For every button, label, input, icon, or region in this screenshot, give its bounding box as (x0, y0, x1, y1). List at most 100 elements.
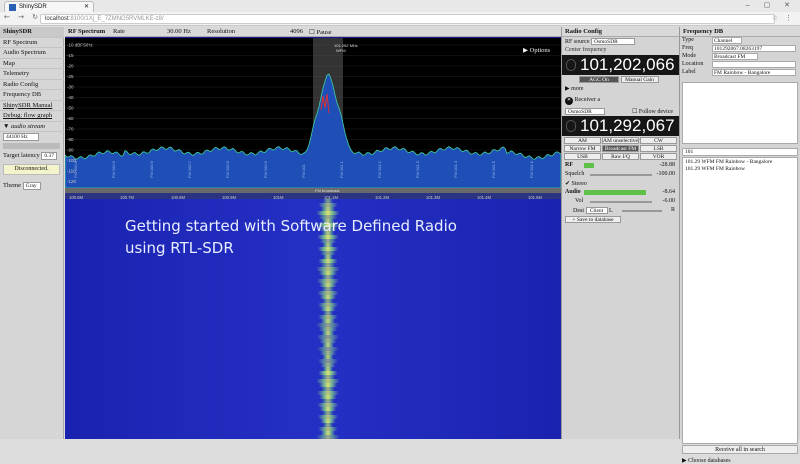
sidebar-link-manual[interactable]: ShinySDR Manual (0, 101, 64, 111)
mode-usb-button[interactable]: USB (564, 153, 601, 160)
mode-select[interactable]: Broadcast FM (712, 53, 758, 60)
waterfall-row (320, 351, 336, 355)
waterfall-row (323, 367, 333, 371)
sidebar-item-frequency-db[interactable]: Frequency DB (0, 90, 64, 101)
label-input[interactable]: FM Rainbow - Bangalore (712, 69, 796, 76)
options-button[interactable]: ▶ Options (523, 46, 550, 54)
url-path: :8100/1Xj_E_7ZMNG5RVMLKE-z8/ (68, 16, 164, 22)
waterfall-row (322, 399, 334, 403)
audio-stream-toggle[interactable]: ▼ audio stream (0, 122, 64, 132)
waterfall-row (318, 359, 338, 363)
sidebar-item-rf-spectrum[interactable]: RF Spectrum (0, 38, 64, 48)
browser-menu-icon[interactable]: ⋮ (785, 14, 792, 22)
target-latency-input[interactable]: 0.37 (41, 152, 58, 160)
window-controls[interactable]: – ▢ ✕ (746, 1, 796, 9)
center-frequency-value[interactable]: 101,202,066 (580, 55, 675, 74)
waterfall-row (321, 319, 335, 323)
mode-nfm-button[interactable]: Narrow FM (564, 145, 601, 152)
receiver-frequency-value[interactable]: 101,292,067 (580, 116, 675, 135)
agc-on-button[interactable]: AGC On (579, 76, 619, 83)
sidebar-link-debug[interactable]: Debug: flow graph (0, 111, 64, 122)
sidebar-item-audio-spectrum[interactable]: Audio Spectrum (0, 48, 64, 59)
notes-textarea[interactable] (682, 82, 798, 144)
resolution-value[interactable]: 4096 (290, 28, 303, 35)
list-item[interactable]: 101.29 WFM FM Rainbow (685, 166, 795, 173)
location-input[interactable] (712, 61, 796, 68)
bookmark-star-icon[interactable]: ☆ (772, 14, 778, 22)
receiver-device-select[interactable]: OsmoSDR (565, 108, 605, 115)
waterfall-row (318, 415, 338, 419)
rf-source-select[interactable]: OsmoSDR (591, 38, 635, 45)
mode-wfm-button[interactable]: Broadcast FM (602, 145, 639, 152)
target-latency-row: Target latency 0.37 (0, 151, 64, 162)
choose-databases-toggle[interactable]: ▶ Choose databases (682, 457, 731, 464)
waterfall-row (322, 411, 334, 415)
waterfall-row (321, 431, 335, 435)
freq-input[interactable]: 101292067.08263197 (712, 45, 796, 52)
mode-cw-button[interactable]: CW (640, 137, 677, 144)
app-title: ShinySDR (0, 27, 64, 38)
rf-spectrum-pane: RF Spectrum Rate 30.00 Hz Resolution 409… (65, 27, 561, 439)
stereo-label: Stereo (571, 181, 587, 187)
waterfall-row (320, 407, 336, 411)
target-latency-label: Target latency (3, 152, 40, 159)
waterfall-row (317, 279, 339, 283)
waterfall-row (316, 379, 340, 383)
db-results-list[interactable]: 101.29 WFM FM Rainbow - Bangalore 101.29… (682, 157, 798, 444)
db-search-input[interactable]: 101 (682, 148, 798, 156)
squelch-slider[interactable] (590, 174, 652, 176)
frequency-db-title: Frequency DB (680, 27, 800, 37)
sidebar-item-map[interactable]: Map (0, 59, 64, 69)
waterfall-row (321, 331, 335, 335)
manual-gain-button[interactable]: Manual Gain (620, 76, 659, 83)
location-label: Location (682, 61, 704, 67)
waterfall-row (318, 427, 338, 431)
spectrum-graph[interactable]: -10 dBFS/Hz -15 -20 -25 -30 -40 -50 -60 -70 -80 -9… (65, 38, 561, 188)
waterfall-row (317, 391, 339, 395)
peak-mode: WFM (336, 48, 346, 53)
channel-label: FM 101.6 (529, 160, 534, 178)
waterfall-row (323, 199, 333, 203)
mode-lsb-button[interactable]: LSB (640, 145, 677, 152)
receive-all-button[interactable]: Receive all in search (682, 445, 798, 454)
audio-level-meter (3, 143, 60, 149)
rf-label: RF (565, 162, 573, 168)
db-tick-label: -90 (67, 148, 74, 153)
more-toggle[interactable]: ▶ more (562, 84, 679, 93)
volume-slider[interactable] (590, 201, 652, 203)
shinysdr-favicon-icon (9, 4, 16, 11)
connection-status: Disconnected. (3, 163, 60, 175)
center-frequency-display[interactable]: 101,202,066 (562, 55, 679, 75)
balance-slider[interactable] (622, 210, 662, 212)
sample-rate-select[interactable]: 44100 Hz (3, 133, 39, 141)
mode-vor-button[interactable]: VOR (640, 153, 677, 160)
receiver-frequency-display[interactable]: 101,292,067 (562, 116, 679, 136)
resolution-label: Resolution (207, 28, 236, 35)
caption-line-1: Getting started with Software Defined Ra… (125, 217, 457, 235)
dest-select[interactable]: Client (585, 207, 608, 214)
waterfall-row (320, 419, 336, 423)
navigation-buttons[interactable]: ← → ↻ (4, 13, 41, 21)
pause-checkbox[interactable]: ☐ Pause (309, 28, 332, 36)
label-label: Label (682, 69, 696, 75)
waterfall-row (319, 383, 337, 387)
mode-iq-button[interactable]: Raw I/Q (602, 153, 639, 160)
waterfall-row (323, 311, 333, 315)
save-to-database-button[interactable]: + Save to database (565, 216, 621, 223)
stereo-checkbox[interactable]: ✔ Stereo (562, 179, 679, 188)
browser-tab[interactable]: ShinySDR ✕ (4, 1, 94, 12)
url-input[interactable]: localhost:8100/1Xj_E_7ZMNG5RVMLKE-z8/ (40, 14, 775, 24)
type-select[interactable]: Channel (712, 37, 742, 44)
mode-am-unselective-button[interactable]: AM unselective (602, 137, 639, 144)
close-tab-icon[interactable]: ✕ (84, 3, 89, 10)
mode-am-button[interactable]: AM (564, 137, 601, 144)
follow-device-checkbox[interactable]: ☐ Follow device (632, 108, 673, 115)
rf-source-row: RF source OsmoSDR (562, 37, 679, 46)
sidebar-item-radio-config[interactable]: Radio Config (0, 80, 64, 90)
waterfall-row (316, 435, 340, 439)
theme-select[interactable]: Gray (22, 181, 41, 190)
sidebar-item-telemetry[interactable]: Telemetry (0, 69, 64, 80)
db-tick-label: -20 (67, 64, 74, 69)
rate-value[interactable]: 30.00 Hz (167, 28, 191, 35)
delete-receiver-icon[interactable]: ✕ (565, 97, 573, 105)
